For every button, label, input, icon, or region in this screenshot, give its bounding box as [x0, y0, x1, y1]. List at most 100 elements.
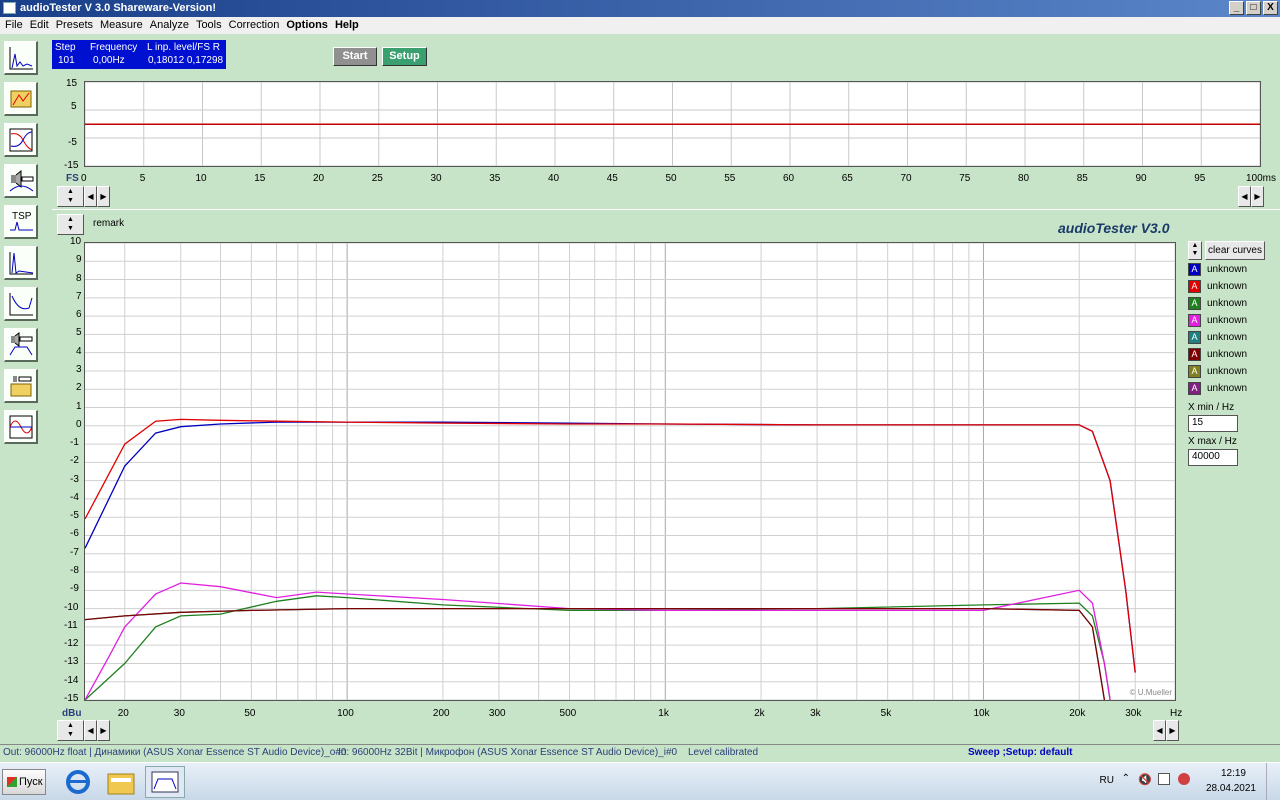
- legend-item[interactable]: Aunknown: [1188, 313, 1247, 328]
- remark-spin[interactable]: ▲ ▼: [57, 214, 84, 235]
- xmax-input[interactable]: 40000: [1188, 449, 1238, 466]
- time-y-tick: -15: [64, 160, 79, 171]
- maximize-button[interactable]: □: [1246, 1, 1261, 15]
- time-x-tick: 5: [139, 173, 146, 184]
- up-arrow-icon[interactable]: ▲: [58, 187, 83, 196]
- freq-x-tick: 3k: [810, 708, 821, 719]
- language-indicator[interactable]: RU: [1100, 775, 1114, 786]
- legend-swatch[interactable]: A: [1188, 382, 1201, 395]
- legend-swatch[interactable]: A: [1188, 365, 1201, 378]
- freq-y-tick: -5: [70, 510, 79, 522]
- windows-logo-icon: [7, 777, 17, 787]
- clear-curves-button[interactable]: clear curves: [1205, 241, 1265, 260]
- frequency-plot-canvas: [84, 242, 1176, 701]
- time-scroll-right[interactable]: ▶: [97, 186, 110, 207]
- waveform-tool-button[interactable]: [4, 410, 38, 444]
- legend-label: unknown: [1207, 281, 1248, 292]
- time-x-tick: 80: [1018, 173, 1030, 184]
- tsp-tool-button[interactable]: TSP: [4, 205, 38, 239]
- time-x-tick: 70: [900, 173, 912, 184]
- menu-analyze[interactable]: Analyze: [147, 17, 193, 34]
- menu-measure[interactable]: Measure: [97, 17, 147, 34]
- freq-x-tick: 2k: [754, 708, 765, 719]
- series-line: [84, 421, 1136, 673]
- tray-expand-icon[interactable]: ⌃: [1122, 773, 1130, 784]
- brand-label: audioTester V3.0: [1058, 220, 1170, 236]
- xmin-input[interactable]: 15: [1188, 415, 1238, 432]
- start-menu-button[interactable]: Пуск: [2, 769, 46, 795]
- menu-help[interactable]: Help: [332, 17, 363, 34]
- menu-presets[interactable]: Presets: [53, 17, 97, 34]
- menu-file[interactable]: File: [2, 17, 27, 34]
- ie-taskbar-button[interactable]: [60, 766, 96, 798]
- legend-item[interactable]: Aunknown: [1188, 381, 1247, 396]
- separator: [52, 209, 1280, 210]
- time-zoom-spin[interactable]: ▲ ▼: [57, 186, 84, 207]
- menu-edit[interactable]: Edit: [27, 17, 53, 34]
- audiotester-icon: [151, 771, 179, 793]
- clock-time[interactable]: 12:19: [1221, 768, 1246, 779]
- freq-scroll-left-end[interactable]: ◀: [1153, 720, 1166, 741]
- menu-options[interactable]: Options: [283, 17, 332, 34]
- start-button[interactable]: Start: [333, 47, 377, 66]
- menu-tools[interactable]: Tools: [193, 17, 226, 34]
- open-folder-tool-button[interactable]: [4, 82, 38, 116]
- freq-scroll-left[interactable]: ◀: [84, 720, 97, 741]
- close-button[interactable]: X: [1263, 1, 1278, 15]
- up-arrow-icon[interactable]: ▲: [1189, 242, 1201, 250]
- folder-speaker-tool-button[interactable]: [4, 369, 38, 403]
- menu-correction[interactable]: Correction: [226, 17, 284, 34]
- explorer-taskbar-button[interactable]: [103, 766, 139, 798]
- show-desktop-button[interactable]: [1266, 763, 1280, 800]
- legend-item[interactable]: Aunknown: [1188, 279, 1247, 294]
- legend-label: unknown: [1207, 315, 1248, 326]
- response-tool-button[interactable]: [4, 123, 38, 157]
- time-scroll-left[interactable]: ◀: [84, 186, 97, 207]
- up-arrow-icon[interactable]: ▲: [58, 215, 83, 224]
- xmax-label: X max / Hz: [1188, 436, 1237, 447]
- clock-date[interactable]: 28.04.2021: [1206, 783, 1256, 794]
- legend-item[interactable]: Aunknown: [1188, 364, 1247, 379]
- freq-scroll-right[interactable]: ▶: [97, 720, 110, 741]
- minimize-button[interactable]: _: [1229, 1, 1244, 15]
- impulse-tool-button[interactable]: [4, 246, 38, 280]
- network-icon[interactable]: [1158, 773, 1170, 785]
- frequency-plot: © U.Mueller: [84, 242, 1176, 701]
- volume-icon[interactable]: 🔇: [1138, 773, 1152, 786]
- legend-label: unknown: [1207, 383, 1248, 394]
- legend-item[interactable]: Aunknown: [1188, 262, 1247, 277]
- freq-zoom-spin[interactable]: ▲ ▼: [57, 720, 84, 741]
- legend-swatch[interactable]: A: [1188, 348, 1201, 361]
- distortion-tool-button[interactable]: [4, 287, 38, 321]
- sweep-status: Sweep ;Setup: default: [968, 747, 1073, 758]
- legend-swatch[interactable]: A: [1188, 314, 1201, 327]
- series-line: [84, 582, 1111, 701]
- freq-x-tick: 20k: [1069, 708, 1086, 719]
- legend-swatch[interactable]: A: [1188, 263, 1201, 276]
- time-scroll-right-end[interactable]: ▶: [1251, 186, 1264, 207]
- legend-item[interactable]: Aunknown: [1188, 347, 1247, 362]
- down-arrow-icon[interactable]: ▼: [58, 730, 83, 739]
- title-bar: audioTester V 3.0 Shareware-Version! _ □…: [0, 0, 1280, 17]
- legend-item[interactable]: Aunknown: [1188, 330, 1247, 345]
- time-x-tick: 0: [81, 173, 87, 184]
- freq-scroll-right-end[interactable]: ▶: [1166, 720, 1179, 741]
- legend-swatch[interactable]: A: [1188, 331, 1201, 344]
- time-scroll-left-end[interactable]: ◀: [1238, 186, 1251, 207]
- legend-item[interactable]: Aunknown: [1188, 296, 1247, 311]
- down-arrow-icon[interactable]: ▼: [58, 224, 83, 233]
- down-arrow-icon[interactable]: ▼: [58, 196, 83, 205]
- speaker-tool-button[interactable]: [4, 164, 38, 198]
- down-arrow-icon[interactable]: ▼: [1189, 250, 1201, 258]
- legend-spin[interactable]: ▲ ▼: [1188, 241, 1202, 260]
- legend-swatch[interactable]: A: [1188, 280, 1201, 293]
- security-icon[interactable]: [1178, 773, 1190, 785]
- up-arrow-icon[interactable]: ▲: [58, 721, 83, 730]
- spectrum-tool-button[interactable]: [4, 41, 38, 75]
- legend-swatch[interactable]: A: [1188, 297, 1201, 310]
- setup-button[interactable]: Setup: [382, 47, 427, 66]
- time-x-tick: 90: [1135, 173, 1147, 184]
- freq-x-tick: 30k: [1125, 708, 1142, 719]
- audiotester-taskbar-button[interactable]: [145, 766, 185, 798]
- speaker-response-tool-button[interactable]: [4, 328, 38, 362]
